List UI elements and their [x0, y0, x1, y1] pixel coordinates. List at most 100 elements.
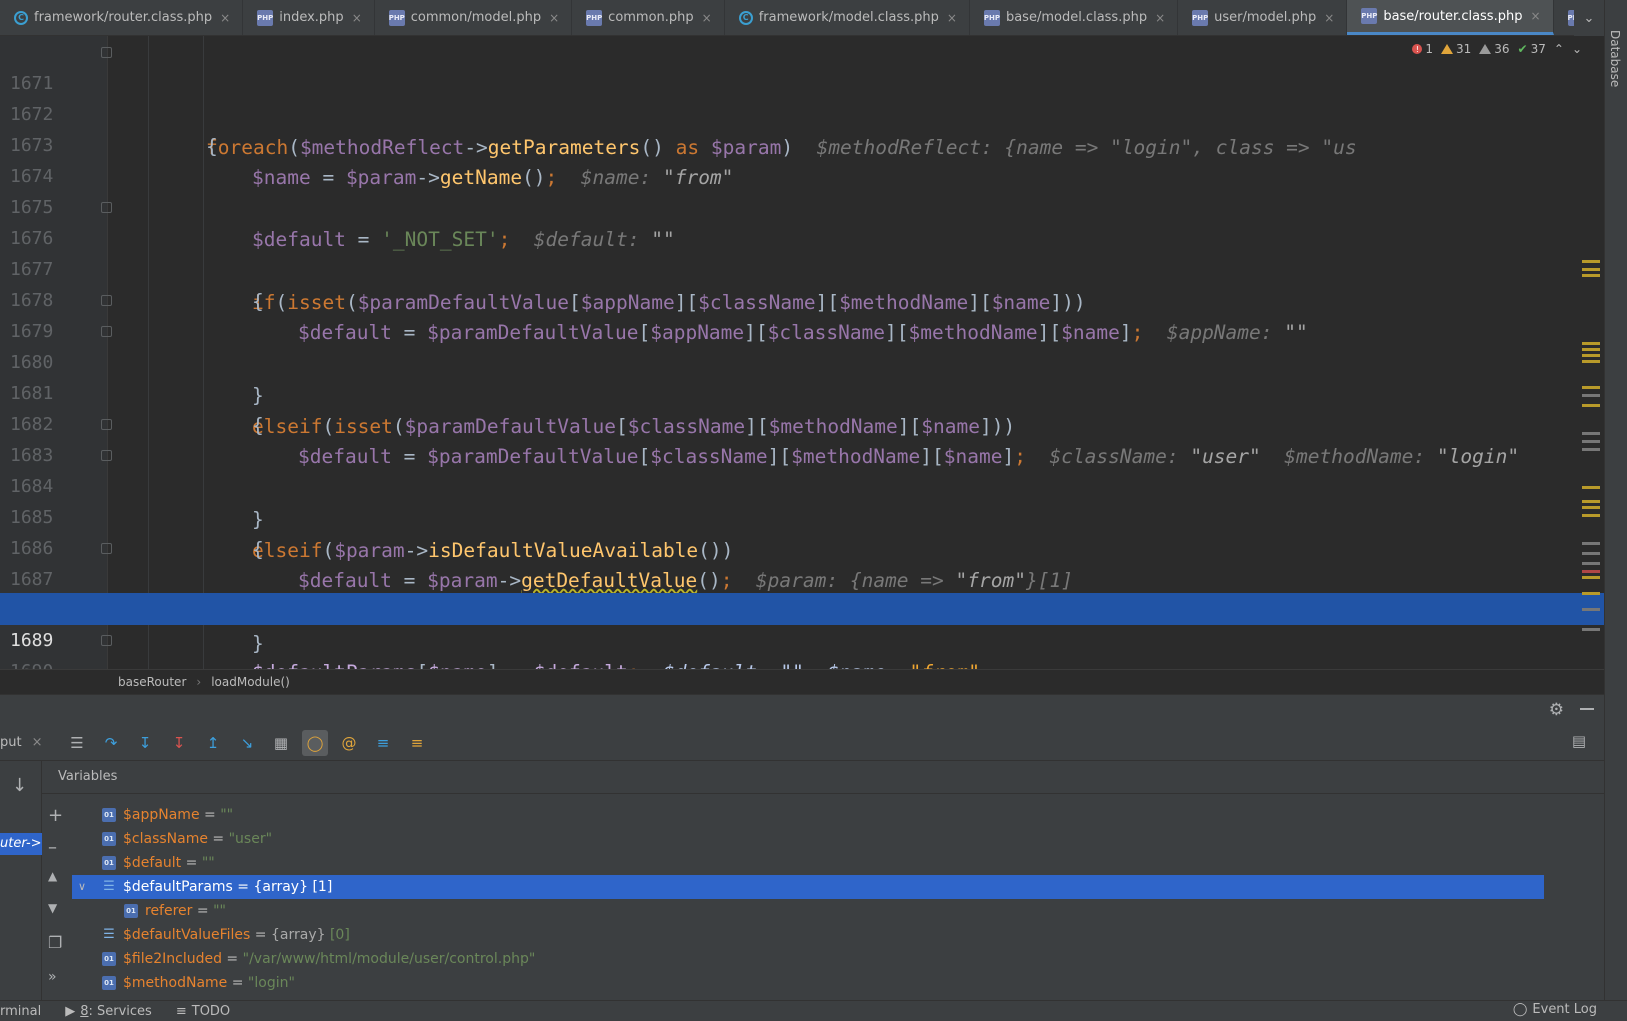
run-to-cursor-icon[interactable]: ↘ [234, 730, 260, 756]
layout-settings-icon[interactable]: ▤ [1572, 732, 1586, 750]
code-line: 1681 { [0, 346, 1604, 437]
list-icon: ≡ [175, 1003, 187, 1019]
warnings-badge[interactable]: 31 [1440, 42, 1471, 56]
watch-icon[interactable]: @ [336, 730, 362, 756]
database-tool-button[interactable]: Database [1608, 30, 1622, 87]
editor-tab[interactable]: PHP user/model.php × [1178, 0, 1348, 35]
tab-label: framework/router.class.php [34, 10, 213, 25]
evaluate-expression-icon[interactable]: ▦ [268, 730, 294, 756]
code-line: 1673 $name = $param->getName(); $name: "… [0, 98, 1604, 189]
tab-label: user/model.php [1214, 10, 1317, 25]
tabs-overflow-chevron-icon[interactable]: ⌄ [1574, 0, 1604, 36]
editor-tab[interactable]: PHP base/router.class.php × [1347, 0, 1554, 35]
close-tab-icon[interactable]: × [702, 11, 712, 25]
fold-marker-icon[interactable] [101, 47, 112, 58]
variable-row[interactable]: ☰ $defaultValueFiles = {array} [0] [72, 923, 1544, 947]
move-up-icon[interactable]: ▲ [48, 869, 57, 883]
fold-marker-icon[interactable] [101, 202, 112, 213]
minimize-icon[interactable] [1580, 708, 1594, 710]
class-icon: C [14, 10, 28, 25]
code-line: 1674 [0, 129, 1604, 187]
close-tab-icon[interactable]: × [220, 11, 230, 25]
add-icon[interactable]: + [48, 805, 63, 826]
step-into-icon[interactable]: ↧ [132, 730, 158, 756]
variable-row[interactable]: 01 $className = "user" [72, 827, 1544, 851]
step-out-icon[interactable]: ↥ [200, 730, 226, 756]
move-down-icon[interactable]: ▼ [48, 901, 57, 915]
class-icon: C [738, 10, 753, 25]
variable-row[interactable]: 01 $methodName = "login" [72, 971, 1544, 995]
step-over-icon[interactable]: ↷ [98, 730, 124, 756]
code-line: 1682 $default = $paramDefaultValue[$clas… [0, 377, 1604, 468]
copy-icon[interactable]: ❐ [48, 933, 62, 952]
close-tab-icon[interactable]: × [1324, 11, 1334, 25]
tab-label: base/router.class.php [1383, 8, 1523, 24]
tab-label: base/model.class.php [1005, 10, 1148, 25]
breadcrumb-class[interactable]: baseRouter [118, 675, 186, 689]
remove-icon[interactable]: – [48, 837, 57, 858]
event-log-button[interactable]: ◯ Event Log [1513, 1002, 1597, 1017]
show-execution-point-icon[interactable]: ☰ [64, 730, 90, 756]
code-line: 1672 { [0, 67, 1604, 158]
fold-marker-icon[interactable] [101, 326, 112, 337]
close-tab-icon[interactable]: × [1530, 9, 1540, 23]
code-editor[interactable]: 1671 foreach($methodReflect->getParamete… [0, 36, 1604, 669]
fold-marker-icon[interactable] [101, 295, 112, 306]
output-tab[interactable]: put × [0, 735, 56, 750]
variable-row[interactable]: 01 $appName = "" [72, 803, 1544, 827]
close-tab-icon[interactable]: × [947, 11, 957, 25]
breadcrumb-method[interactable]: loadModule() [211, 675, 290, 689]
tab-label: index.php [279, 10, 344, 25]
fold-marker-icon[interactable] [101, 543, 112, 554]
editor-tab[interactable]: PHP index.php × [243, 0, 375, 35]
error-icon: ! [1412, 44, 1423, 54]
check-icon: ✔ [1517, 42, 1528, 56]
arrow-down-icon[interactable]: ↓ [12, 775, 27, 796]
fold-marker-icon[interactable] [101, 450, 112, 461]
code-line: 1671 foreach($methodReflect->getParamete… [0, 36, 1604, 159]
code-line: 1688 [0, 563, 1604, 621]
scalar-type-icon: 01 [124, 904, 138, 918]
ok-badge[interactable]: ✔ 37 [1518, 42, 1546, 56]
show-constants-icon[interactable]: ◯ [302, 729, 328, 756]
editor-tab[interactable]: PHP common/model.php × [375, 0, 573, 35]
todo-tab[interactable]: ≡ TODO [176, 1004, 230, 1019]
current-execution-line: 1689 $defaultParams[$name] = $default; $… [0, 593, 1604, 669]
variable-row[interactable]: 01 referer = "" [72, 899, 1544, 923]
php-file-icon: PHP [1361, 8, 1377, 24]
close-tab-icon[interactable]: × [549, 11, 559, 25]
terminal-tab[interactable]: rminal [0, 1004, 41, 1019]
services-tab[interactable]: ▶ 8: Services [65, 1004, 152, 1019]
more-icon[interactable]: » [48, 969, 57, 985]
code-line: 1675 $default = '_NOT_SET'; $default: "" [0, 160, 1604, 251]
frames-list-icon[interactable]: ≡ [370, 730, 396, 756]
previous-highlight-icon[interactable]: ⌃ [1554, 42, 1564, 56]
selected-frame[interactable]: uter->lo [0, 833, 42, 855]
fold-marker-icon[interactable] [101, 419, 112, 430]
force-step-into-icon[interactable]: ↧ [166, 730, 192, 756]
close-icon[interactable]: × [32, 735, 43, 750]
scalar-type-icon: 01 [102, 832, 116, 846]
editor-tab[interactable]: Cframework/model.class.php × [725, 0, 970, 35]
line-number: 1690 [10, 656, 70, 669]
settings-gear-icon[interactable]: ⚙ [1549, 700, 1564, 720]
fold-marker-icon[interactable] [101, 635, 112, 646]
editor-tab[interactable]: Cframework/router.class.php × [0, 0, 244, 35]
variable-row[interactable]: ∨ ☰ $defaultParams = {array} [1] [72, 875, 1544, 899]
scalar-type-icon: 01 [102, 808, 116, 822]
inspection-widget[interactable]: ! 1 31 36 ✔ 37 ⌃ ⌄ [1408, 40, 1586, 58]
errors-badge[interactable]: ! 1 [1412, 42, 1433, 56]
variable-row[interactable]: 01 $file2Included = "/var/www/html/module… [72, 947, 1544, 971]
code-line: 1684 elseif($param->isDefaultValueAvaila… [0, 439, 1604, 562]
error-stripe[interactable] [1582, 256, 1600, 669]
chevron-down-icon[interactable]: ∨ [78, 875, 86, 899]
next-highlight-icon[interactable]: ⌄ [1572, 42, 1582, 56]
variable-row[interactable]: 01 $default = "" [72, 851, 1544, 875]
right-tool-strip: Database [1604, 0, 1627, 1000]
close-tab-icon[interactable]: × [352, 11, 362, 25]
add-watch-icon[interactable]: ≡ [404, 730, 430, 756]
editor-tab[interactable]: PHP base/model.class.php × [970, 0, 1179, 35]
editor-tab[interactable]: PHP common.php × [572, 0, 725, 35]
close-tab-icon[interactable]: × [1155, 11, 1165, 25]
weak-warnings-badge[interactable]: 36 [1479, 42, 1510, 56]
